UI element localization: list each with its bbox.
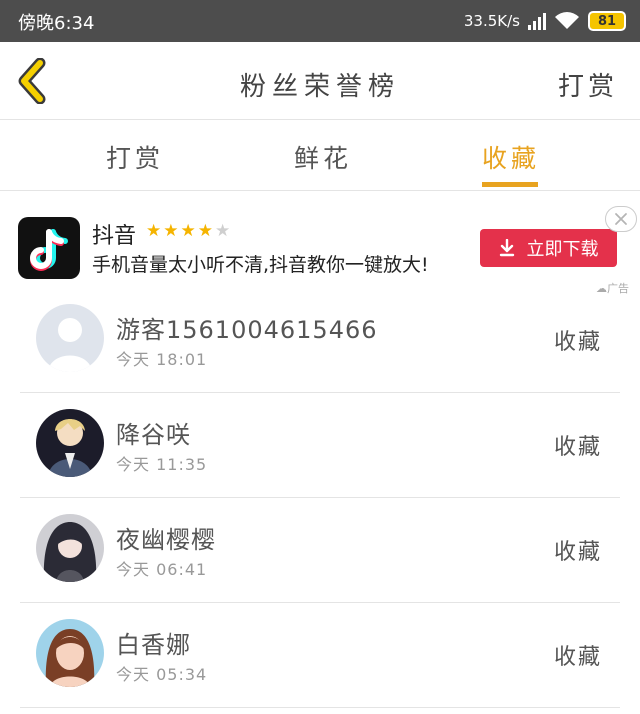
reward-button[interactable]: 打赏	[558, 66, 618, 103]
status-indicators: 33.5K/s 81	[464, 8, 626, 34]
list-item[interactable]: 降谷咲 今天 11:35 收藏	[20, 393, 620, 498]
tab-reward[interactable]: 打赏	[106, 139, 164, 175]
ad-close-button[interactable]	[605, 206, 637, 232]
avatar[interactable]	[36, 619, 104, 687]
signal-icon	[528, 12, 546, 30]
status-time: 傍晚6:34	[18, 13, 95, 34]
user-name: 夜幽樱樱	[116, 526, 216, 554]
favorite-time: 今天 18:01	[116, 350, 208, 369]
ad-rating-stars: ★★★★★	[146, 221, 232, 241]
avatar[interactable]	[36, 304, 104, 372]
tab-favorites[interactable]: 收藏	[482, 139, 540, 175]
download-button-label: 立即下载	[526, 239, 599, 260]
list-item[interactable]: 夜幽樱樱 今天 06:41 收藏	[20, 498, 620, 603]
ad-banner[interactable]: 抖音 ★★★★★ 手机音量太小听不清,抖音教你一键放大! 立即下载	[0, 192, 640, 296]
favorite-time: 今天 11:35	[116, 455, 208, 474]
star-icon: ★	[180, 221, 198, 241]
tab-flowers[interactable]: 鲜花	[294, 139, 352, 175]
ad-description: 手机音量太小听不清,抖音教你一键放大!	[92, 254, 429, 276]
battery-icon: 81	[588, 11, 626, 31]
list-item[interactable]: 游客1561004615466 今天 18:01 收藏	[20, 288, 620, 393]
star-icon: ★	[197, 221, 215, 241]
favorite-time: 今天 06:41	[116, 560, 208, 579]
close-icon	[615, 213, 627, 225]
list-item[interactable]: 白香娜 今天 05:34 收藏	[20, 603, 620, 708]
avatar[interactable]	[36, 514, 104, 582]
tiktok-logo-icon	[18, 217, 80, 279]
page-title: 粉丝荣誉榜	[239, 72, 400, 102]
star-icon: ★	[146, 221, 164, 241]
favorite-time: 今天 05:34	[116, 665, 208, 684]
action-label: 收藏	[553, 645, 602, 670]
status-bar: 傍晚6:34 33.5K/s 81	[0, 0, 640, 42]
action-label: 收藏	[553, 330, 602, 355]
action-label: 收藏	[553, 435, 602, 460]
user-name: 白香娜	[116, 631, 191, 659]
star-icon: ★	[163, 221, 181, 241]
top-nav-bar: 粉丝荣誉榜 打赏	[0, 42, 640, 120]
user-name: 降谷咲	[116, 421, 191, 449]
network-speed: 33.5K/s	[463, 12, 520, 30]
wifi-icon	[555, 12, 579, 29]
download-icon	[499, 239, 514, 257]
user-name: 游客1561004615466	[116, 316, 378, 344]
active-tab-indicator	[482, 182, 538, 187]
star-empty-icon: ★	[215, 221, 233, 241]
ad-app-name: 抖音	[92, 224, 137, 249]
download-button[interactable]: 立即下载	[480, 229, 617, 267]
action-label: 收藏	[553, 540, 602, 565]
tab-bar: 打赏 鲜花 收藏	[0, 121, 640, 191]
avatar[interactable]	[36, 409, 104, 477]
